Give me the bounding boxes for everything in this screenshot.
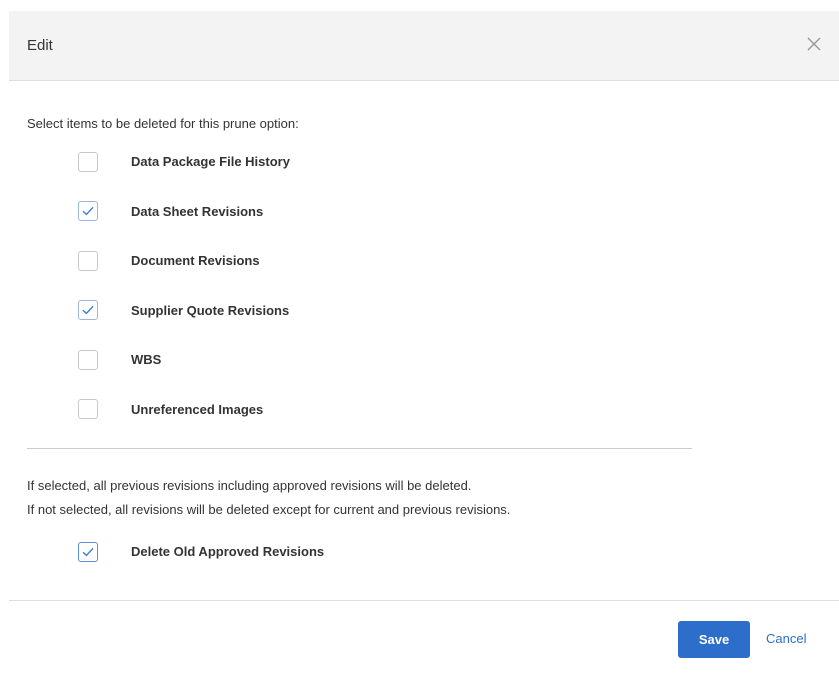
- option-label: Data Package File History: [131, 154, 290, 169]
- cancel-link[interactable]: Cancel: [766, 631, 806, 646]
- check-icon: [82, 207, 94, 216]
- checkbox[interactable]: [78, 201, 98, 222]
- option-label: Data Sheet Revisions: [131, 203, 264, 219]
- option-wbs[interactable]: WBS: [78, 347, 290, 372]
- option-label: WBS: [131, 352, 162, 368]
- section-divider: [27, 448, 692, 449]
- prune-option-list: Data Package File History Data Sheet Rev…: [78, 149, 290, 447]
- option-data-package-file-history[interactable]: Data Package File History: [78, 149, 290, 174]
- prune-instructions: Select items to be deleted for this prun…: [27, 116, 299, 131]
- close-icon: [807, 37, 821, 51]
- checkbox[interactable]: [78, 151, 98, 172]
- note-not-selected: If not selected, all revisions will be d…: [27, 502, 511, 517]
- dialog-title: Edit: [27, 37, 53, 54]
- check-icon: [82, 547, 94, 556]
- checkbox[interactable]: [78, 250, 98, 271]
- check-icon: [82, 306, 94, 315]
- option-data-sheet-revisions[interactable]: Data Sheet Revisions: [78, 199, 290, 224]
- save-button[interactable]: Save: [678, 621, 750, 658]
- option-label: Delete Old Approved Revisions: [131, 544, 325, 559]
- footer-divider: [9, 600, 839, 601]
- option-label: Document Revisions: [131, 253, 260, 269]
- option-unreferenced-images[interactable]: Unreferenced Images: [78, 397, 290, 422]
- edit-dialog: Edit Select items to be deleted for this…: [0, 0, 839, 675]
- close-button[interactable]: [805, 35, 823, 53]
- option-delete-old-approved-revisions[interactable]: Delete Old Approved Revisions: [78, 539, 324, 564]
- option-supplier-quote-revisions[interactable]: Supplier Quote Revisions: [78, 298, 290, 323]
- checkbox[interactable]: [78, 399, 98, 420]
- note-selected: If selected, all previous revisions incl…: [27, 478, 472, 493]
- option-document-revisions[interactable]: Document Revisions: [78, 248, 290, 273]
- checkbox[interactable]: [78, 541, 98, 562]
- dialog-header: Edit: [9, 11, 839, 81]
- option-label: Supplier Quote Revisions: [131, 302, 290, 318]
- checkbox[interactable]: [78, 349, 98, 370]
- option-label: Unreferenced Images: [131, 401, 264, 417]
- checkbox[interactable]: [78, 300, 98, 321]
